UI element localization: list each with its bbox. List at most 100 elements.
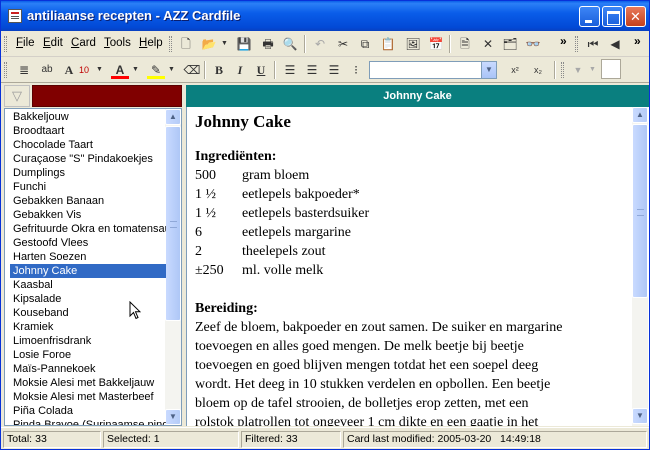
save-icon[interactable]: 💾 <box>235 35 253 53</box>
card-list-item[interactable]: Kouseband <box>10 306 166 320</box>
card-list-item[interactable]: Bakkeljouw <box>10 110 166 124</box>
card-scroll-up-icon[interactable]: ▲ <box>632 107 648 123</box>
card-list-item[interactable]: Kipsalade <box>10 292 166 306</box>
spelling-icon[interactable]: ab <box>38 61 56 79</box>
ingredient-quantity: 6 <box>195 225 202 240</box>
card-list-item[interactable]: Gestoofd Vlees <box>10 236 166 250</box>
ingredient-description: eetlepels bakpoeder* <box>242 187 360 202</box>
card-scroll-thumb[interactable] <box>632 124 648 298</box>
font-icon[interactable]: A <box>60 61 78 79</box>
open-icon[interactable]: 📂 <box>200 35 218 53</box>
maximize-button[interactable] <box>602 6 623 27</box>
card-list-scrollbar[interactable]: ▲ ▼ <box>165 109 181 425</box>
card-list-item[interactable]: Gebakken Vis <box>10 208 166 222</box>
card-content[interactable]: Johnny Cake Ingrediënten: 500 gram bloem 1… <box>195 111 625 426</box>
print-icon[interactable]: 🖶 <box>259 35 277 53</box>
card-list[interactable]: ▲ ▼ Bakkeljouw Broodtaart Chocolade Taart C… <box>4 108 182 426</box>
superscript-icon[interactable]: x² <box>506 61 524 79</box>
align-left-icon[interactable]: ☰ <box>281 61 299 79</box>
font-size-dropdown-icon[interactable]: ▼ <box>96 61 103 79</box>
font-name-combobox[interactable]: ▼ <box>369 61 497 79</box>
clear-format-icon[interactable]: ⌫ <box>183 61 201 79</box>
undo-icon[interactable]: ↶ <box>311 35 329 53</box>
scroll-up-icon[interactable]: ▲ <box>165 109 181 125</box>
font-size-display[interactable]: 10 <box>77 61 91 79</box>
card-list-item[interactable]: Losie Foroe <box>10 348 166 362</box>
menu-help[interactable]: Help <box>139 37 163 49</box>
nav-overflow-icon[interactable]: » <box>634 34 641 48</box>
bold-icon[interactable]: B <box>210 61 228 79</box>
print-preview-icon[interactable]: 🔍 <box>281 35 299 53</box>
font-color-icon[interactable]: A <box>111 61 129 79</box>
app-icon[interactable] <box>8 9 22 23</box>
cut-icon[interactable]: ✂ <box>334 35 352 53</box>
toolbar-blank-field[interactable] <box>601 59 621 79</box>
align-center-icon[interactable]: ☰ <box>303 61 321 79</box>
font-color-dropdown-icon[interactable]: ▼ <box>132 61 139 79</box>
card-list-item[interactable]: Kramiek <box>10 320 166 334</box>
card-list-item[interactable]: Moksie Alesi met Bakkeljauw <box>10 376 166 390</box>
new-card-icon[interactable]: 🗎 <box>456 35 474 53</box>
insert-date-icon[interactable]: 📅 <box>427 35 445 53</box>
card-body[interactable]: Johnny Cake Ingrediënten: 500 gram bloem 1… <box>186 107 649 426</box>
ingredient-row: 500 gram bloem <box>195 166 625 185</box>
card-list-item[interactable]: Broodtaart <box>10 124 166 138</box>
card-list-item[interactable]: Harten Soezen <box>10 250 166 264</box>
extra-toolbar-grip[interactable] <box>561 62 564 78</box>
highlight-dropdown-icon[interactable]: ▼ <box>168 61 175 79</box>
card-list-item[interactable]: Pinda Bravoe (Surinaamse pindasoep) <box>10 418 166 425</box>
copy-icon[interactable]: ⧉ <box>356 35 374 53</box>
menubar-grip[interactable] <box>4 36 7 52</box>
card-list-item[interactable]: Funchi <box>10 180 166 194</box>
italic-icon[interactable]: I <box>231 61 249 79</box>
toolbar-grip[interactable] <box>169 36 172 52</box>
toolbar-overflow-icon[interactable]: » <box>560 34 567 48</box>
card-list-item[interactable]: Chocolade Taart <box>10 138 166 152</box>
card-list-item[interactable]: Gebakken Banaan <box>10 194 166 208</box>
card-list-item[interactable]: Limoenfrisdrank <box>10 334 166 348</box>
delete-card-icon[interactable]: ✕ <box>479 35 497 53</box>
filter-field[interactable] <box>32 85 182 107</box>
font-name-dropdown-icon[interactable]: ▼ <box>481 62 496 78</box>
format-toolbar-grip[interactable] <box>4 62 7 78</box>
underline-icon[interactable]: U <box>252 61 270 79</box>
card-list-item[interactable]: Maïs-Pannekoek <box>10 362 166 376</box>
previous-card-icon[interactable]: ◀ <box>606 35 624 53</box>
card-list-item[interactable]: Dumplings <box>10 166 166 180</box>
card-scrollbar[interactable]: ▲ ▼ <box>632 107 648 426</box>
card-list-item[interactable]: Kaasbal <box>10 278 166 292</box>
disabled-dropdown-arrow-icon: ▼ <box>589 66 596 73</box>
card-scroll-down-icon[interactable]: ▼ <box>632 408 648 424</box>
scroll-thumb[interactable] <box>165 126 181 321</box>
align-right-icon[interactable]: ☰ <box>325 61 343 79</box>
insert-picture-icon[interactable]: 🖼 <box>404 35 422 53</box>
first-card-icon[interactable]: ⏮ <box>584 35 602 53</box>
scroll-down-icon[interactable]: ▼ <box>165 409 181 425</box>
ingredient-row: 2 theelepels zout <box>195 242 625 261</box>
filter-icon[interactable]: ▽ <box>4 85 30 107</box>
menu-edit[interactable]: Edit <box>43 37 63 49</box>
title-bar[interactable]: antiliaanse recepten - AZZ Cardfile ✕ <box>1 1 649 31</box>
minimize-button[interactable] <box>579 6 600 27</box>
paste-icon[interactable]: 📋 <box>379 35 397 53</box>
open-dropdown-icon[interactable]: ▼ <box>221 35 228 53</box>
card-list-item[interactable]: Johnny Cake <box>10 264 166 278</box>
close-button[interactable]: ✕ <box>625 6 646 27</box>
menu-card[interactable]: Card <box>71 37 96 49</box>
style-icon[interactable]: ≣ <box>15 61 33 79</box>
properties-icon[interactable]: 🗂 <box>501 35 519 53</box>
subscript-icon[interactable]: x₂ <box>529 61 547 79</box>
find-icon[interactable]: 👓 <box>524 35 542 53</box>
nav-toolbar-grip[interactable] <box>575 36 578 52</box>
menu-file[interactable]: File <box>16 37 35 49</box>
bullets-icon[interactable]: ⁝ <box>347 61 365 79</box>
preparation-line: toevoegen en goed blijven mengen totdat … <box>195 358 539 373</box>
highlight-icon[interactable]: ✎ <box>147 61 165 79</box>
card-list-item[interactable]: Moksie Alesi met Masterbeef <box>10 390 166 404</box>
menu-tools[interactable]: Tools <box>104 37 131 49</box>
card-list-item[interactable]: Piña Colada <box>10 404 166 418</box>
new-icon[interactable]: 🗋 <box>177 35 195 53</box>
card-list-item[interactable]: Gefrituurde Okra en tomatensaus <box>10 222 166 236</box>
separator <box>304 35 305 53</box>
card-list-item[interactable]: Curaçaose "S" Pindakoekjes <box>10 152 166 166</box>
